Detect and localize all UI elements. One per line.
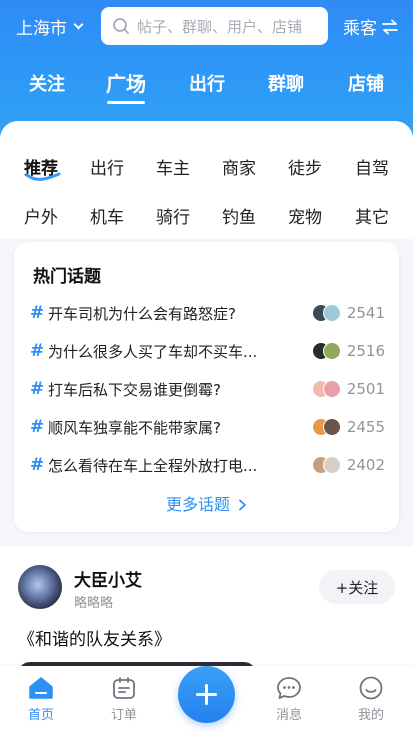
hot-topics-card: 热门话题 # 开车司机为什么会有路怒症? 2541 # 为什么很多人买了车却不买…: [14, 242, 399, 532]
category-hiking[interactable]: 徒步: [280, 154, 330, 179]
tab-me-label: 我的: [357, 708, 384, 723]
tab-square[interactable]: 广场: [91, 68, 161, 104]
hashtag-icon: #: [30, 417, 45, 437]
category-outdoor[interactable]: 户外: [16, 203, 66, 228]
participant-avatars: [312, 304, 341, 322]
tab-me[interactable]: 我的: [346, 676, 396, 723]
top-bar: 上海市 帖子、群聊、用户、店铺 乘客: [0, 0, 413, 52]
hashtag-icon: #: [30, 379, 45, 399]
participant-avatars: [312, 342, 341, 360]
topic-item[interactable]: # 打车后私下交易谁更倒霉? 2501: [30, 376, 385, 402]
city-selector[interactable]: 上海市: [16, 14, 84, 39]
topic-text: 顺风车独享能不能带家属?: [48, 418, 221, 437]
avatar: [323, 456, 341, 474]
topic-item[interactable]: # 顺风车独享能不能带家属? 2455: [30, 414, 385, 440]
hashtag-icon: #: [30, 303, 45, 323]
participant-avatars: [312, 418, 341, 436]
category-pets[interactable]: 宠物: [280, 203, 330, 228]
topic-count: 2541: [346, 304, 385, 322]
orders-icon: [113, 677, 135, 699]
home-icon: [29, 677, 53, 699]
category-grid: 推荐 出行 车主 商家 徒步 自驾 户外 机车 骑行 钓鱼 宠物 其它: [0, 121, 413, 239]
active-tab-underline: [107, 101, 145, 104]
topic-count: 2501: [346, 380, 385, 398]
tab-travel[interactable]: 出行: [172, 70, 242, 96]
search-icon: [113, 18, 129, 34]
topic-count: 2516: [346, 342, 385, 360]
hashtag-icon: #: [30, 455, 45, 475]
topic-item[interactable]: # 怎么看待在车上全程外放打电... 2402: [30, 452, 385, 478]
avatar[interactable]: [18, 565, 62, 609]
category-other[interactable]: 其它: [347, 203, 397, 228]
main-tabs: 关注 广场 出行 群聊 店铺: [0, 70, 413, 110]
search-placeholder: 帖子、群聊、用户、店铺: [137, 17, 303, 36]
tab-home[interactable]: 首页: [16, 676, 66, 723]
category-motorcycle[interactable]: 机车: [82, 203, 132, 228]
tab-square-label: 广场: [106, 72, 146, 96]
city-label: 上海市: [16, 19, 67, 39]
tab-shop[interactable]: 店铺: [331, 70, 401, 96]
category-car-owner[interactable]: 车主: [148, 154, 198, 179]
role-switch-button[interactable]: 乘客: [343, 14, 399, 39]
tab-follow[interactable]: 关注: [12, 70, 82, 96]
create-post-button[interactable]: [178, 666, 235, 723]
swap-icon: [382, 19, 398, 34]
post-text: 《和谐的队友关系》: [18, 630, 171, 650]
topic-count: 2455: [346, 418, 385, 436]
post-author[interactable]: 大臣小艾: [74, 566, 142, 591]
tab-orders[interactable]: 订单: [99, 676, 149, 723]
tab-messages[interactable]: 消息: [264, 676, 314, 723]
topic-text: 开车司机为什么会有路怒症?: [48, 304, 236, 323]
follow-button[interactable]: +关注: [319, 570, 395, 604]
hashtag-icon: #: [30, 341, 45, 361]
post-card[interactable]: 大臣小艾 略略略 +关注 《和谐的队友关系》: [0, 546, 413, 702]
tab-home-label: 首页: [27, 708, 54, 723]
tab-messages-label: 消息: [275, 708, 302, 723]
topic-item[interactable]: # 开车司机为什么会有路怒症? 2541: [30, 300, 385, 326]
post-author-subtitle: 略略略: [74, 596, 114, 611]
tab-orders-label: 订单: [110, 708, 137, 723]
message-icon: [277, 677, 301, 699]
topic-count: 2402: [346, 456, 385, 474]
category-travel[interactable]: 出行: [82, 154, 132, 179]
category-cycling[interactable]: 骑行: [148, 203, 198, 228]
tab-group-chat[interactable]: 群聊: [251, 70, 321, 96]
avatar: [323, 418, 341, 436]
topic-text: 打车后私下交易谁更倒霉?: [48, 380, 221, 399]
avatar: [323, 342, 341, 360]
category-road-trip[interactable]: 自驾: [347, 154, 397, 179]
category-fishing[interactable]: 钓鱼: [214, 203, 264, 228]
active-category-wave-icon: [25, 172, 61, 181]
avatar: [323, 380, 341, 398]
topic-text: 怎么看待在车上全程外放打电...: [48, 456, 258, 475]
follow-label: +关注: [335, 578, 379, 597]
chevron-right-icon: [239, 499, 246, 511]
chevron-down-icon: [73, 19, 84, 30]
more-topics-link[interactable]: 更多话题: [14, 491, 399, 515]
participant-avatars: [312, 380, 341, 398]
participant-avatars: [312, 456, 341, 474]
topic-item[interactable]: # 为什么很多人买了车却不买车... 2516: [30, 338, 385, 364]
more-topics-label: 更多话题: [165, 495, 230, 514]
avatar: [323, 304, 341, 322]
topic-text: 为什么很多人买了车却不买车...: [48, 342, 258, 361]
hot-topics-title: 热门话题: [33, 267, 101, 287]
category-merchant[interactable]: 商家: [214, 154, 264, 179]
search-input[interactable]: 帖子、群聊、用户、店铺: [101, 7, 328, 45]
profile-icon: [359, 676, 383, 700]
role-label: 乘客: [343, 19, 377, 39]
